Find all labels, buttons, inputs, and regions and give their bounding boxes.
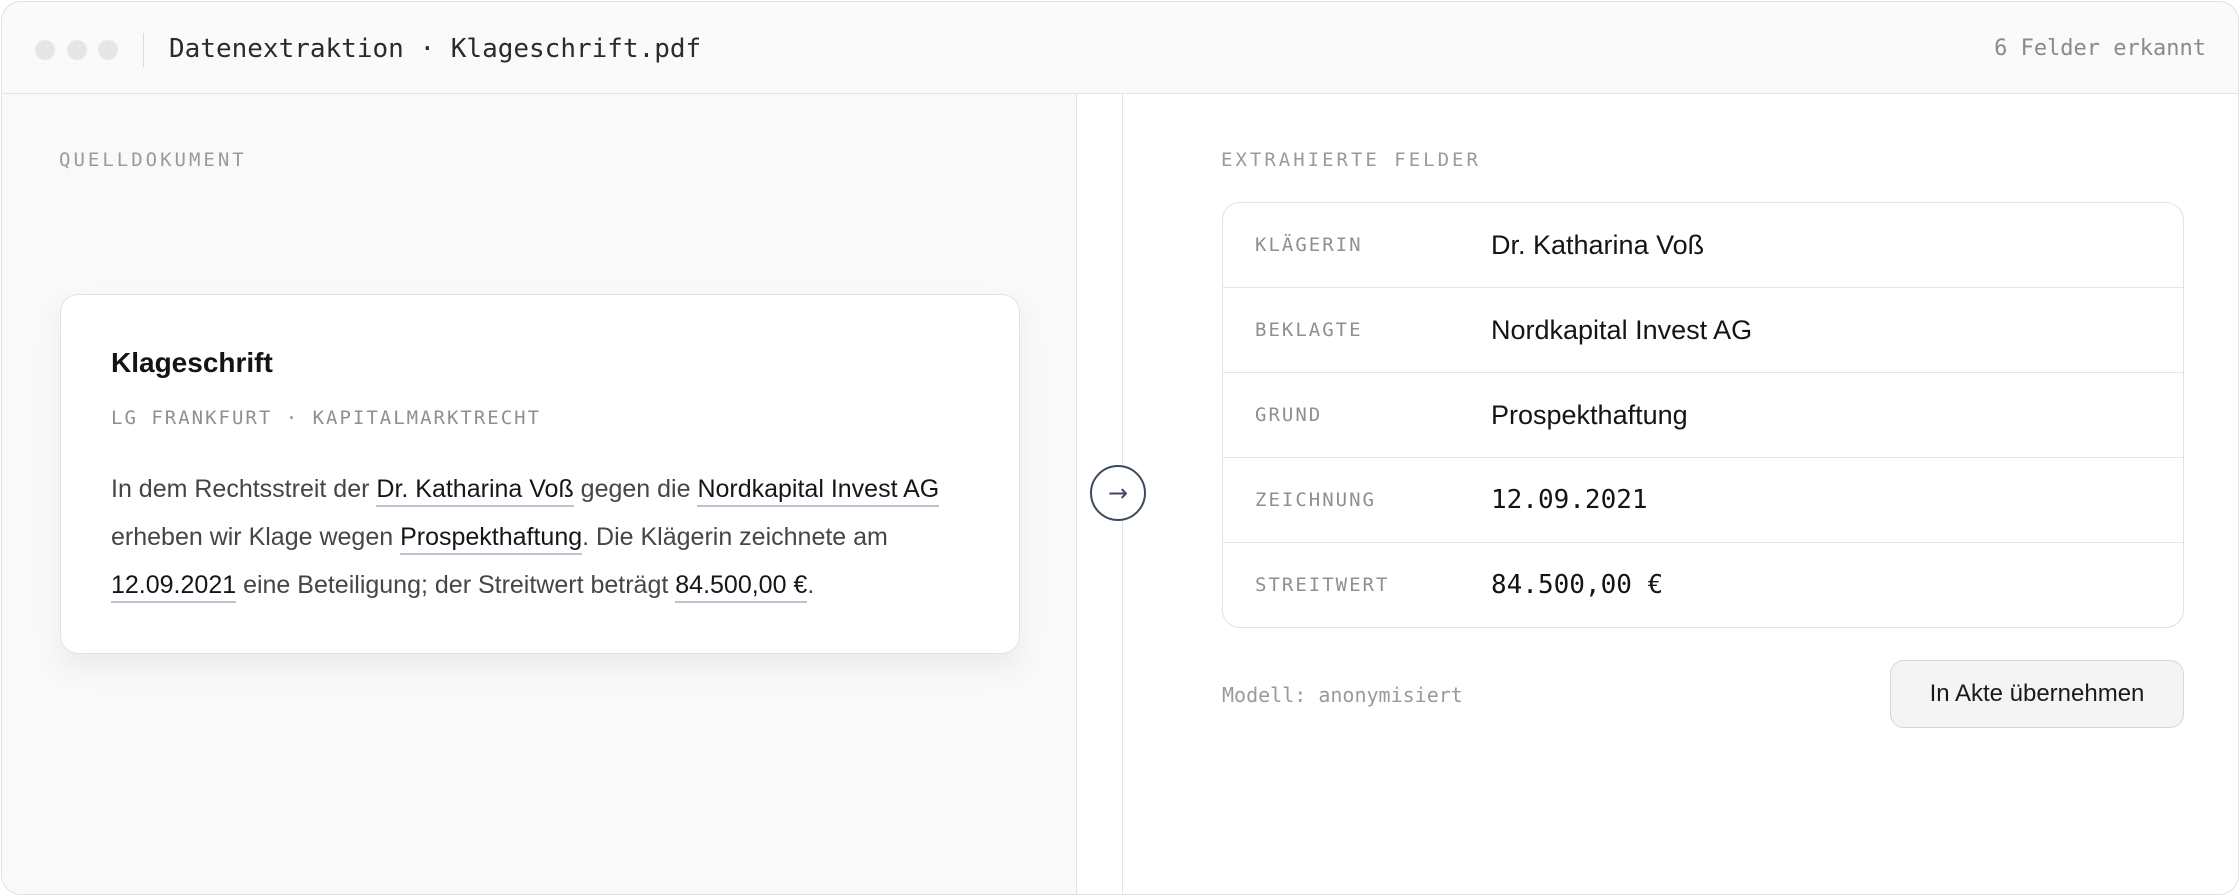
body-text: eine Beteiligung; der Streitwert beträgt <box>236 571 676 599</box>
field-row-defendant: BEKLAGTE Nordkapital Invest AG <box>1223 288 2183 373</box>
highlight-defendant[interactable]: Nordkapital Invest AG <box>697 475 940 507</box>
fields-detected-status: 6 Felder erkannt <box>1994 36 2206 61</box>
field-value[interactable]: 84.500,00 € <box>1491 543 1663 627</box>
field-value[interactable]: Dr. Katharina Voß <box>1491 203 1704 287</box>
document-court: LG FRANKFURT · KAPITALMARKTRECHT <box>111 407 542 429</box>
title-bar: Datenextraktion · Klageschrift.pdf 6 Fel… <box>2 2 2238 94</box>
highlight-plaintiff[interactable]: Dr. Katharina Voß <box>376 475 574 507</box>
transfer-button[interactable]: → <box>1090 465 1146 521</box>
arrow-right-icon: → <box>1107 479 1129 507</box>
document-title: Klageschrift <box>111 347 273 378</box>
source-document-card: Klageschrift LG FRANKFURT · KAPITALMARKT… <box>60 294 1020 654</box>
highlight-amount[interactable]: 84.500,00 € <box>675 571 808 603</box>
field-label: ZEICHNUNG <box>1255 489 1376 511</box>
window-close-dot[interactable] <box>35 40 55 60</box>
source-section-label: QUELLDOKUMENT <box>59 149 247 171</box>
field-value[interactable]: 12.09.2021 <box>1491 458 1648 542</box>
document-body: In dem Rechtsstreit der Dr. Katharina Vo… <box>111 465 981 609</box>
body-text: gegen die <box>573 475 698 503</box>
body-text: . <box>807 571 815 599</box>
field-value[interactable]: Nordkapital Invest AG <box>1491 288 1752 372</box>
title-separator <box>143 33 144 67</box>
field-label: STREITWERT <box>1255 574 1390 596</box>
window-minimize-dot[interactable] <box>67 40 87 60</box>
field-row-amount: STREITWERT 84.500,00 € <box>1223 543 2183 627</box>
accept-into-file-button[interactable]: In Akte übernehmen <box>1890 660 2184 728</box>
field-value[interactable]: Prospekthaftung <box>1491 373 1688 457</box>
body-text: erheben wir Klage wegen <box>111 523 401 551</box>
field-row-ground: GRUND Prospekthaftung <box>1223 373 2183 458</box>
model-note: Modell: anonymisiert <box>1222 683 1463 707</box>
field-label: KLÄGERIN <box>1255 234 1363 256</box>
extracted-fields-card: KLÄGERIN Dr. Katharina Voß BEKLAGTE Nord… <box>1222 202 2184 628</box>
highlight-subscription-date[interactable]: 12.09.2021 <box>111 571 237 603</box>
window-maximize-dot[interactable] <box>98 40 118 60</box>
body-text: In dem Rechtsstreit der <box>111 475 377 503</box>
field-row-subscription: ZEICHNUNG 12.09.2021 <box>1223 458 2183 543</box>
body-text: . Die Klägerin zeichnete am <box>582 523 888 551</box>
app-window: Datenextraktion · Klageschrift.pdf 6 Fel… <box>1 1 2239 895</box>
field-label: BEKLAGTE <box>1255 319 1363 341</box>
source-pane: QUELLDOKUMENT Klageschrift LG FRANKFURT … <box>2 94 1077 894</box>
window-title: Datenextraktion · Klageschrift.pdf <box>169 34 702 64</box>
highlight-ground[interactable]: Prospekthaftung <box>400 523 583 555</box>
field-label: GRUND <box>1255 404 1323 426</box>
extracted-section-label: EXTRAHIERTE FELDER <box>1221 149 1481 171</box>
field-row-plaintiff: KLÄGERIN Dr. Katharina Voß <box>1223 203 2183 288</box>
